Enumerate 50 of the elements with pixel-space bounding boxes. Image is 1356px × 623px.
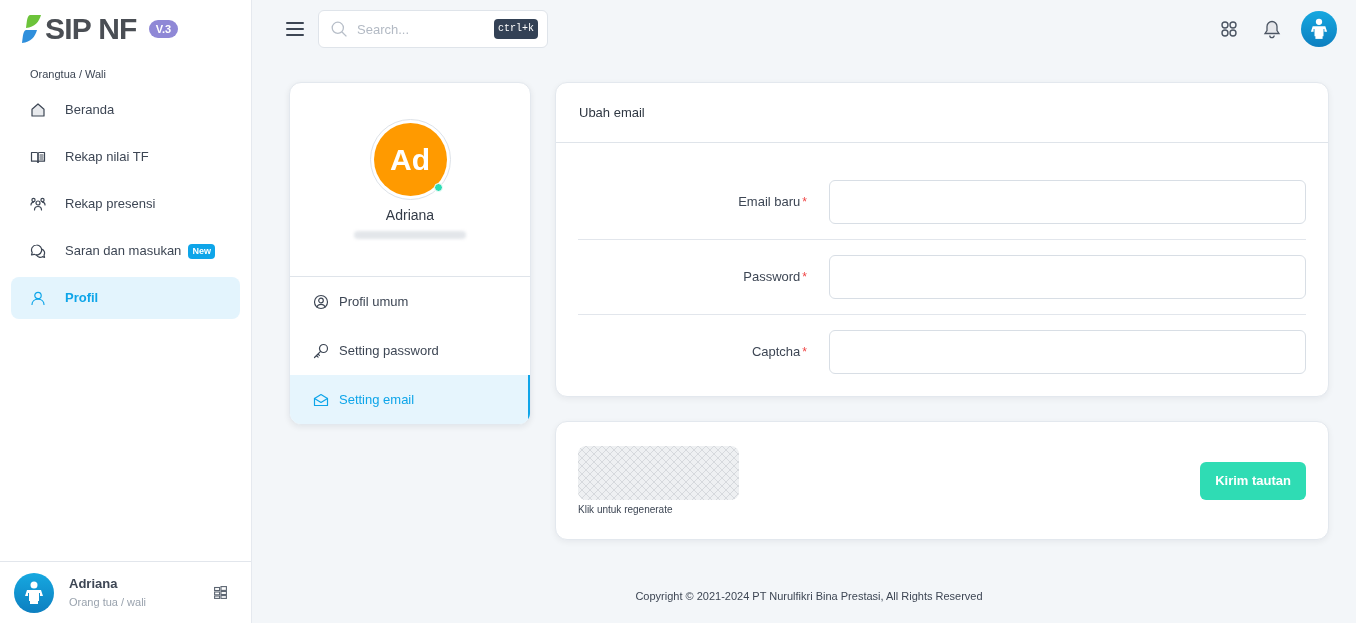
user-icon bbox=[30, 290, 46, 306]
section-title: Orangtua / Wali bbox=[30, 67, 107, 81]
captcha-hint: Klik untuk regenerate bbox=[578, 503, 674, 516]
shortcut-badge: ctrl+k bbox=[494, 19, 538, 39]
nav-item[interactable]: Saran dan masukan New bbox=[11, 230, 240, 272]
notification-bell-icon[interactable] bbox=[1263, 19, 1281, 39]
card-title: Ubah email bbox=[579, 103, 645, 122]
field-label: Email baru bbox=[738, 194, 801, 210]
nav-label: Rekap nilai TF bbox=[65, 149, 149, 165]
nav-label: Profil bbox=[65, 290, 99, 306]
avatar-icon[interactable] bbox=[1301, 11, 1337, 47]
user-circle-icon bbox=[313, 293, 329, 310]
chat-bubbles-icon bbox=[30, 243, 46, 259]
required-mark: * bbox=[802, 194, 807, 210]
apps-icon[interactable] bbox=[1221, 21, 1237, 37]
user-name: Adriana bbox=[69, 576, 119, 592]
required-mark: * bbox=[802, 269, 807, 285]
user-role: Orang tua / wali bbox=[69, 595, 147, 609]
leaf-logo-icon bbox=[22, 15, 41, 43]
profile-menu-item[interactable]: Profil umum bbox=[290, 277, 530, 326]
home-icon bbox=[30, 102, 46, 118]
copyright-text: Copyright © 2021-2024 PT Nurulfikri Bina Prestasi, All Rights Reserved bbox=[635, 589, 983, 603]
profile-menu-item[interactable]: Setting password bbox=[290, 326, 530, 375]
search-icon bbox=[331, 21, 347, 37]
nav-label: Saran dan masukan bbox=[65, 243, 182, 259]
nav-item[interactable]: Rekap nilai TF bbox=[11, 136, 240, 178]
tiles-icon[interactable] bbox=[214, 586, 227, 599]
field-label: Password bbox=[743, 269, 801, 285]
new-badge: New bbox=[188, 243, 215, 259]
nav-label: Rekap presensi bbox=[65, 196, 156, 212]
required-mark: * bbox=[802, 344, 807, 360]
nav-label: Beranda bbox=[65, 102, 115, 118]
people-group-icon bbox=[30, 196, 46, 212]
logo-text: SIP NF bbox=[45, 14, 137, 44]
menu-label: Setting email bbox=[339, 391, 415, 408]
field-label: Captcha bbox=[751, 344, 801, 360]
envelope-icon bbox=[313, 391, 329, 408]
input-field[interactable] bbox=[829, 255, 1306, 299]
avatar-icon bbox=[14, 572, 54, 613]
input-field[interactable] bbox=[829, 330, 1306, 374]
menu-label: Setting password bbox=[339, 342, 439, 359]
menu-icon[interactable] bbox=[286, 22, 304, 36]
book-icon bbox=[30, 149, 46, 165]
menu-label: Profil umum bbox=[339, 293, 409, 310]
profile-name: Adriana bbox=[385, 206, 435, 224]
input-field[interactable] bbox=[829, 180, 1306, 224]
version-badge: V.3 bbox=[148, 20, 179, 38]
nav-item[interactable]: Beranda bbox=[11, 89, 240, 131]
key-icon bbox=[313, 342, 329, 359]
nav-item[interactable]: Rekap presensi bbox=[11, 183, 240, 225]
